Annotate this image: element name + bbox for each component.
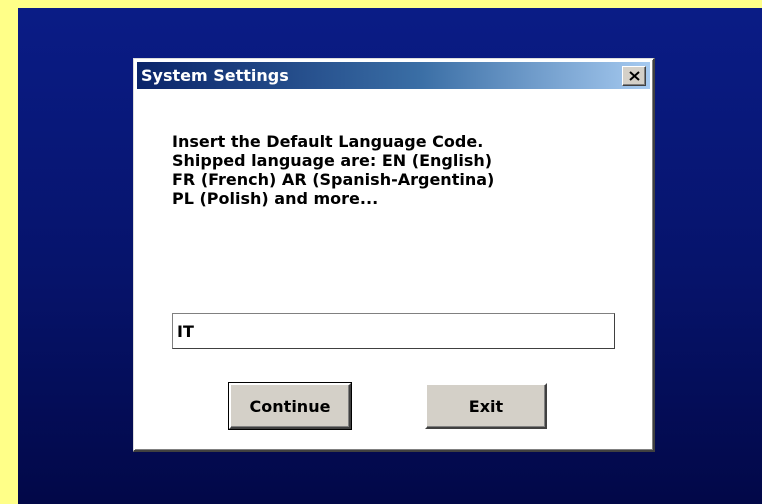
system-settings-dialog: System Settings Insert the Default Langu… bbox=[133, 58, 655, 452]
dialog-title: System Settings bbox=[141, 66, 289, 85]
message-line: PL (Polish) and more... bbox=[172, 189, 379, 208]
continue-button[interactable]: Continue bbox=[228, 382, 352, 430]
dialog-titlebar[interactable]: System Settings bbox=[137, 62, 650, 89]
exit-button[interactable]: Exit bbox=[425, 383, 547, 429]
language-code-input[interactable] bbox=[172, 313, 615, 349]
close-x-icon bbox=[629, 71, 640, 81]
close-button[interactable] bbox=[622, 66, 646, 86]
message-line: FR (French) AR (Spanish-Argentina) bbox=[172, 170, 495, 189]
dialog-message: Insert the Default Language Code. Shippe… bbox=[172, 132, 632, 208]
message-line: Insert the Default Language Code. bbox=[172, 132, 484, 151]
message-line: Shipped language are: EN (English) bbox=[172, 151, 493, 170]
desktop-background: System Settings Insert the Default Langu… bbox=[18, 8, 762, 504]
